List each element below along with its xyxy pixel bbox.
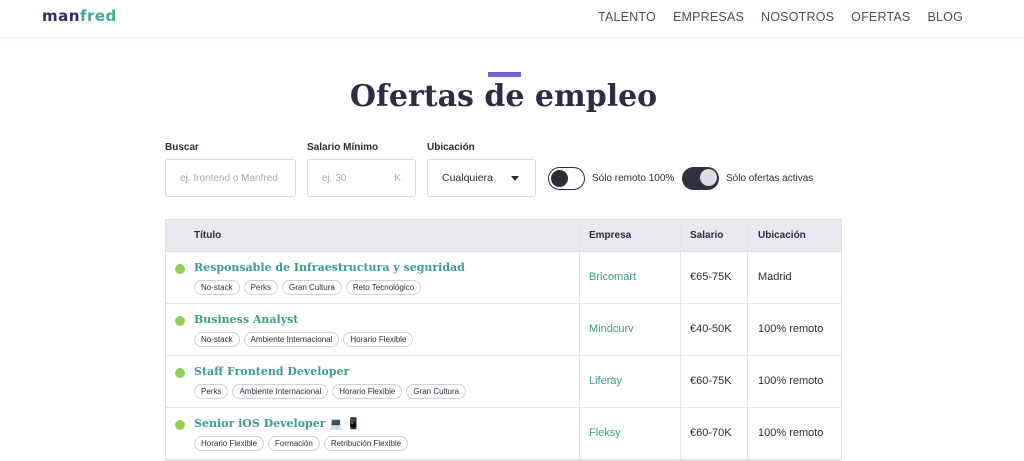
- tag-list: Perks Ambiente Internacional Horario Fle…: [194, 384, 467, 399]
- tag: No-stack: [194, 332, 240, 347]
- location-value: 100% remoto: [758, 375, 824, 387]
- location-value: Madrid: [758, 271, 792, 283]
- salary-unit: K: [394, 172, 401, 184]
- active-status-dot: [175, 368, 185, 378]
- active-offers-label: Sólo ofertas activas: [726, 173, 814, 184]
- location-value: 100% remoto: [758, 323, 824, 335]
- active-status-dot: [175, 316, 185, 326]
- search-input[interactable]: ej. frontend o Manfred: [165, 159, 296, 197]
- company-link[interactable]: Liferay: [589, 375, 622, 387]
- job-title-link[interactable]: Responsable de Infraestructura y segurid…: [194, 261, 465, 274]
- active-offers-toggle[interactable]: [682, 167, 719, 190]
- company-link[interactable]: Bricomart: [589, 271, 636, 283]
- col-title: Título: [194, 230, 222, 241]
- table-row[interactable]: Staff Frontend Developer Perks Ambiente …: [166, 356, 841, 408]
- nav-ofertas[interactable]: OFERTAS: [851, 10, 910, 24]
- col-salary: Salario: [690, 230, 724, 241]
- tag: Reto Tecnológico: [345, 280, 422, 295]
- salary-input[interactable]: ej. 30 K: [307, 159, 416, 197]
- chevron-down-icon: [511, 176, 519, 181]
- nav-empresas[interactable]: EMPRESAS: [673, 10, 744, 24]
- laptop-phone-icon: 💻 📱: [329, 417, 361, 430]
- tag: Perks: [243, 280, 279, 295]
- main-nav: TALENTO EMPRESAS NOSOTROS OFERTAS BLOG: [598, 10, 963, 24]
- company-link[interactable]: Mindcurv: [589, 323, 634, 335]
- company-link[interactable]: Fleksy: [589, 427, 621, 439]
- col-location: Ubicación: [758, 230, 806, 241]
- tag: Horario Flexible: [194, 436, 265, 451]
- job-title-link[interactable]: Business Analyst: [194, 313, 298, 326]
- location-select[interactable]: Cualquiera: [427, 159, 536, 197]
- table-row[interactable]: Business Analyst No-stack Ambiente Inter…: [166, 304, 841, 356]
- table-row[interactable]: Responsable de Infraestructura y segurid…: [166, 252, 841, 304]
- location-value: 100% remoto: [758, 427, 824, 439]
- salary-value: €40-50K: [690, 323, 732, 335]
- tag: Formación: [268, 436, 320, 451]
- tag-list: No-stack Perks Gran Cultura Reto Tecnoló…: [194, 280, 422, 295]
- location-label: Ubicación: [427, 142, 475, 153]
- salary-value: €65-75K: [690, 271, 732, 283]
- tag: Retribución Flexible: [323, 436, 409, 451]
- search-label: Buscar: [165, 142, 199, 153]
- active-status-dot: [175, 420, 185, 430]
- table-header: Título Empresa Salario Ubicación: [166, 220, 841, 252]
- title-accent-bar: [488, 72, 521, 77]
- salary-label: Salario Mínimo: [307, 142, 379, 153]
- job-title-link[interactable]: Staff Frontend Developer: [194, 365, 349, 378]
- tag: Horario Flexible: [343, 332, 414, 347]
- page-title: Ofertas de empleo: [349, 79, 658, 114]
- nav-blog[interactable]: BLOG: [927, 10, 963, 24]
- tag: Perks: [194, 384, 229, 399]
- salary-value: €60-75K: [690, 375, 732, 387]
- remote-toggle-label: Sólo remoto 100%: [592, 173, 675, 184]
- remote-toggle[interactable]: [548, 167, 585, 190]
- toggle-knob: [551, 169, 568, 187]
- tag-list: Horario Flexible Formación Retribución F…: [194, 436, 409, 451]
- table-row[interactable]: Senior iOS Developer 💻 📱 Horario Flexibl…: [166, 408, 841, 460]
- tag: Gran Cultura: [282, 280, 342, 295]
- top-navbar: manfred TALENTO EMPRESAS NOSOTROS OFERTA…: [0, 0, 1024, 37]
- tag-list: No-stack Ambiente Internacional Horario …: [194, 332, 414, 347]
- col-company: Empresa: [589, 230, 632, 241]
- tag: No-stack: [194, 280, 240, 295]
- tag: Horario Flexible: [332, 384, 403, 399]
- tag: Ambiente Internacional: [232, 384, 329, 399]
- toggle-knob: [700, 169, 717, 186]
- salary-value: €60-70K: [690, 427, 732, 439]
- active-status-dot: [175, 264, 185, 274]
- manfred-logo[interactable]: manfred: [42, 7, 117, 25]
- tag: Gran Cultura: [406, 384, 467, 399]
- nav-nosotros[interactable]: NOSOTROS: [761, 10, 834, 24]
- job-title-link[interactable]: Senior iOS Developer 💻 📱: [194, 417, 360, 430]
- tag: Ambiente Internacional: [243, 332, 340, 347]
- jobs-table: Título Empresa Salario Ubicación Respons…: [165, 219, 842, 461]
- nav-talento[interactable]: TALENTO: [598, 10, 656, 24]
